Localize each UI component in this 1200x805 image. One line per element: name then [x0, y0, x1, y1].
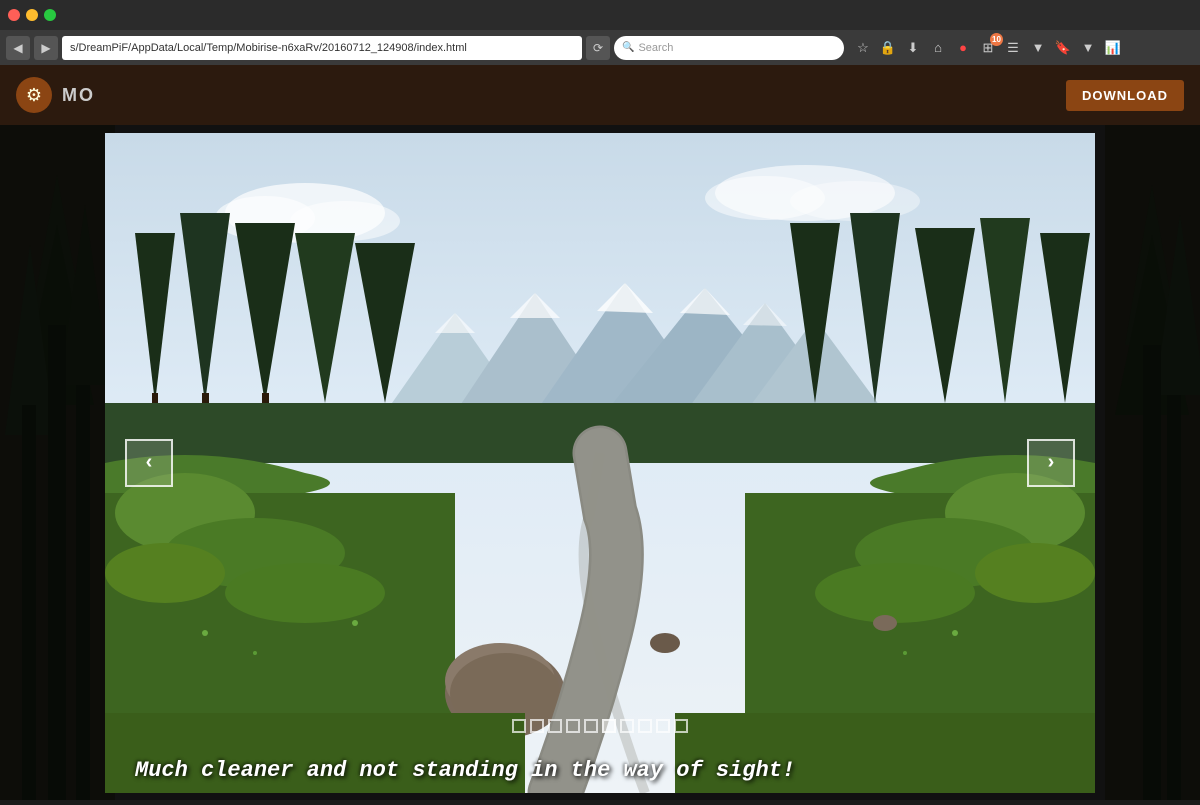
- address-text: s/DreamPiF/AppData/Local/Temp/Mobirise-n…: [70, 42, 467, 54]
- window-minimize-btn[interactable]: [26, 9, 38, 21]
- bookmark-icon[interactable]: 🔖: [1052, 37, 1074, 59]
- dot-5[interactable]: [584, 719, 598, 733]
- browser-toolbar: ◀ ▶ s/DreamPiF/AppData/Local/Temp/Mobiri…: [0, 30, 1200, 65]
- forward-button[interactable]: ▶: [34, 36, 58, 60]
- lock-icon[interactable]: 🔒: [877, 37, 899, 59]
- carousel-dots: [512, 719, 688, 733]
- download-arrow-icon[interactable]: ⬇: [902, 37, 924, 59]
- carousel-prev-button[interactable]: ‹: [125, 439, 173, 487]
- carousel-scene: [105, 133, 1095, 793]
- menu-icon[interactable]: ☰: [1002, 37, 1024, 59]
- dot-7[interactable]: [620, 719, 634, 733]
- search-placeholder: Search: [638, 42, 673, 54]
- dot-3[interactable]: [548, 719, 562, 733]
- search-bar[interactable]: 🔍 Search: [614, 36, 844, 60]
- search-icon: 🔍: [622, 42, 634, 53]
- carousel-caption: Much cleaner and not standing in the way…: [135, 758, 1065, 783]
- carousel-next-button[interactable]: ›: [1027, 439, 1075, 487]
- dot-6[interactable]: [602, 719, 616, 733]
- side-panel-left: [0, 125, 115, 800]
- dot-1[interactable]: [512, 719, 526, 733]
- carousel-container: ‹ › Much cleaner and not standing in the…: [105, 133, 1095, 793]
- prev-arrow-icon: ‹: [146, 451, 153, 474]
- extra-icon-2[interactable]: ▼: [1077, 37, 1099, 59]
- app-logo: ⚙: [16, 77, 52, 113]
- browser-titlebar: [0, 0, 1200, 30]
- home-icon[interactable]: ⌂: [927, 37, 949, 59]
- dot-2[interactable]: [530, 719, 544, 733]
- notification-badge[interactable]: ⊞ 10: [977, 37, 999, 59]
- dot-9[interactable]: [656, 719, 670, 733]
- notification-count: 10: [990, 33, 1003, 46]
- extra-icon-1[interactable]: ▼: [1027, 37, 1049, 59]
- dot-10[interactable]: [674, 719, 688, 733]
- dot-4[interactable]: [566, 719, 580, 733]
- address-bar[interactable]: s/DreamPiF/AppData/Local/Temp/Mobirise-n…: [62, 36, 582, 60]
- window-maximize-btn[interactable]: [44, 9, 56, 21]
- main-content: ‹ › Much cleaner and not standing in the…: [0, 125, 1200, 800]
- opera-icon[interactable]: ●: [952, 37, 974, 59]
- side-panel-right: [1105, 125, 1200, 800]
- star-icon[interactable]: ☆: [852, 37, 874, 59]
- download-button[interactable]: DOWNLOAD: [1066, 80, 1184, 111]
- stats-icon[interactable]: 📊: [1102, 37, 1124, 59]
- dot-8[interactable]: [638, 719, 652, 733]
- app-title: MO: [62, 85, 95, 106]
- app-header: ⚙ MO DOWNLOAD: [0, 65, 1200, 125]
- reload-button[interactable]: ⟳: [586, 36, 610, 60]
- back-button[interactable]: ◀: [6, 36, 30, 60]
- toolbar-icons: ☆ 🔒 ⬇ ⌂ ● ⊞ 10 ☰ ▼ 🔖 ▼ 📊: [852, 37, 1124, 59]
- window-close-btn[interactable]: [8, 9, 20, 21]
- next-arrow-icon: ›: [1048, 451, 1055, 474]
